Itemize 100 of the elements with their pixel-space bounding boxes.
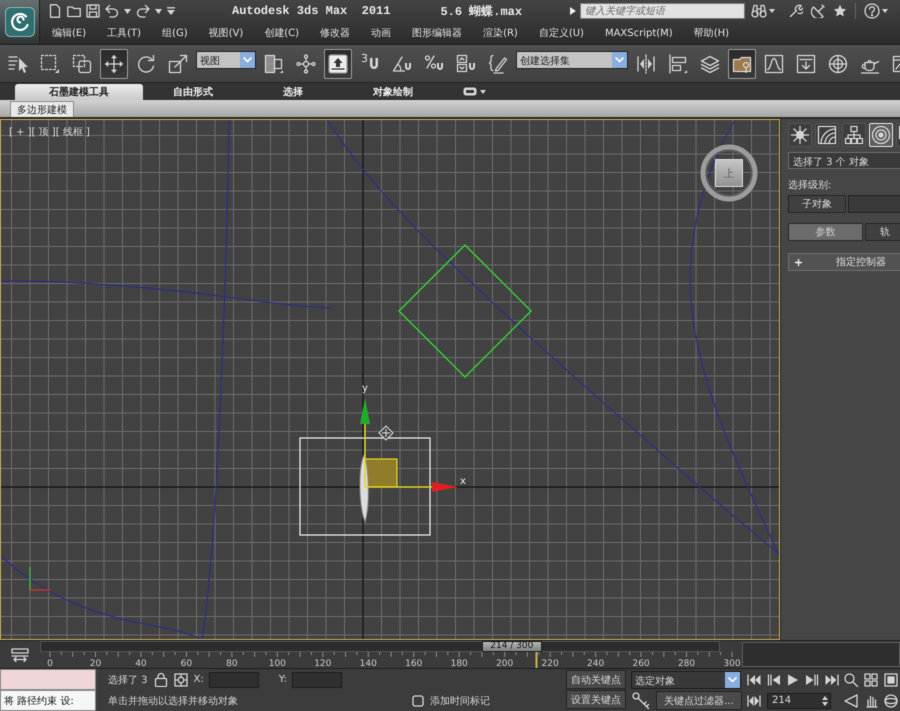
x-axis-arrow[interactable]: [365, 482, 458, 492]
menu-item[interactable]: 创建(C): [264, 26, 300, 40]
rollout-header[interactable]: 指定控制器: [788, 253, 900, 271]
satellite-dish-icon[interactable]: [811, 4, 826, 18]
ribbon-tab[interactable]: 选择: [243, 84, 343, 100]
undo-icon[interactable]: [105, 4, 119, 18]
key-mode-icon[interactable]: [747, 694, 761, 706]
zoom-extents-icon[interactable]: [884, 672, 898, 686]
lock-icon[interactable]: [154, 672, 168, 687]
caret-icon[interactable]: [155, 8, 162, 14]
help-icon[interactable]: [864, 3, 880, 19]
search-field[interactable]: 键入关键字或短语: [580, 3, 746, 19]
caret-icon[interactable]: [882, 9, 888, 13]
frame-number: 20: [90, 659, 102, 668]
binoculars-icon[interactable]: [751, 4, 768, 18]
menu-item[interactable]: 修改器: [320, 26, 350, 40]
rotate-icon: [136, 54, 156, 74]
motion-tab[interactable]: [869, 123, 893, 147]
caret-icon[interactable]: [124, 8, 131, 14]
graphite-toggle-button[interactable]: [728, 48, 756, 78]
menu-item[interactable]: MAXScript(M): [604, 28, 673, 38]
spinner-magnet-icon: [456, 54, 476, 74]
absolute-mode-icon[interactable]: [174, 672, 188, 686]
caret-icon[interactable]: [480, 90, 486, 94]
frame-field[interactable]: 214: [767, 692, 831, 708]
go-to-end-icon[interactable]: [825, 674, 839, 686]
move-button[interactable]: [100, 48, 128, 78]
listener-output[interactable]: 将 路径约束 设:: [0, 690, 96, 711]
pivot-box-icon: [264, 54, 284, 74]
ribbon-tab[interactable]: 石墨建模工具: [15, 84, 143, 100]
customize-caret-icon[interactable]: [167, 7, 175, 15]
sub-object-button[interactable]: 子对象: [788, 195, 846, 213]
snap-toggle-button[interactable]: 3: [356, 48, 384, 78]
new-file-icon[interactable]: [48, 4, 62, 18]
zoom-icon[interactable]: [844, 672, 858, 686]
expand-arrow-icon[interactable]: [570, 7, 576, 15]
orbit-icon[interactable]: [884, 694, 898, 708]
time-slider-thumb[interactable]: 214 / 300: [482, 641, 542, 652]
app-logo-icon: [4, 7, 34, 37]
selection-set-dropdown[interactable]: 创建选择集: [516, 51, 628, 69]
frame-number: 140: [360, 659, 377, 668]
hierarchy-tab[interactable]: [842, 123, 866, 147]
sub-object-field[interactable]: [848, 195, 900, 213]
double-arrow-box-icon[interactable]: [11, 648, 29, 662]
key-filters-button[interactable]: 关键点过滤器...: [656, 691, 742, 710]
menu-item[interactable]: 动画: [371, 26, 392, 40]
ribbon-tab[interactable]: 对象绘制: [343, 84, 443, 100]
viewport[interactable]: y x [ + ][ 顶 ][ 线框 ] 上: [0, 119, 780, 640]
plane-handle[interactable]: [364, 458, 398, 488]
coordinate-dropdown[interactable]: 视图: [196, 51, 256, 69]
zoom-all-icon[interactable]: [864, 672, 878, 686]
menu-item[interactable]: 渲染(R): [483, 26, 518, 40]
save-icon[interactable]: [86, 4, 100, 18]
previous-frame-icon[interactable]: [767, 674, 781, 686]
coordinate-field[interactable]: [208, 672, 259, 688]
menu-item[interactable]: 图形编辑器: [412, 26, 462, 40]
move-icon: [104, 54, 124, 74]
menu-item[interactable]: 自定义(U): [538, 26, 584, 40]
frame-number: 40: [135, 659, 147, 668]
set-key-button[interactable]: 设置关键点: [566, 690, 626, 709]
frame-number: 240: [587, 659, 604, 668]
coordinate-field[interactable]: [292, 672, 342, 688]
time-slider[interactable]: 214 / 300: [40, 641, 720, 652]
wrench-icon[interactable]: [789, 4, 804, 18]
concentric-circles-icon: [871, 125, 891, 145]
rounded-square-icon: [412, 694, 424, 706]
ribbon-tab[interactable]: 自由形式: [143, 84, 243, 100]
listener-input-field[interactable]: [0, 669, 96, 690]
auto-key-button[interactable]: 自动关键点: [566, 670, 626, 689]
viewcube-ring[interactable]: [700, 144, 758, 202]
redo-icon[interactable]: [136, 4, 150, 18]
selection-name-field[interactable]: 选择了 3 个 对象: [788, 152, 900, 169]
shortcut-toggle-button[interactable]: [324, 48, 352, 78]
go-to-start-icon[interactable]: [747, 674, 761, 686]
app-menu-button[interactable]: [0, 0, 40, 44]
frame-number: 300: [723, 659, 740, 668]
menu-item[interactable]: 帮助(H): [694, 26, 730, 40]
modify-tab[interactable]: [815, 123, 839, 147]
menu-item[interactable]: 组(G): [162, 26, 188, 40]
menu-item[interactable]: 工具(T): [107, 26, 142, 40]
viewport-label[interactable]: [ + ][ 顶 ][ 线框 ]: [9, 125, 90, 139]
time-tag-button[interactable]: 添加时间标记: [412, 694, 490, 708]
toggle-pill-icon[interactable]: [463, 87, 477, 96]
mode-button[interactable]: 轨: [865, 223, 900, 241]
star-icon[interactable]: [833, 4, 848, 18]
y-axis-arrow[interactable]: [360, 398, 370, 487]
field-of-view-icon[interactable]: [844, 694, 858, 708]
key-set-dropdown[interactable]: 选定对象: [631, 670, 741, 688]
next-frame-icon[interactable]: [805, 674, 819, 686]
spinner-arrows-icon[interactable]: [822, 694, 828, 706]
menu-item[interactable]: 视图(V): [208, 26, 244, 40]
pan-hand-icon[interactable]: [864, 694, 878, 708]
caret-icon[interactable]: [769, 9, 776, 13]
open-folder-icon[interactable]: [67, 4, 81, 18]
ribbon-panel-tab[interactable]: 多边形建模: [10, 101, 74, 117]
key-icon[interactable]: [632, 692, 650, 710]
create-tab[interactable]: [788, 123, 812, 147]
menu-item[interactable]: 编辑(E): [52, 26, 86, 40]
selection-level-label: 选择级别:: [788, 178, 832, 192]
play-icon[interactable]: [787, 674, 799, 686]
